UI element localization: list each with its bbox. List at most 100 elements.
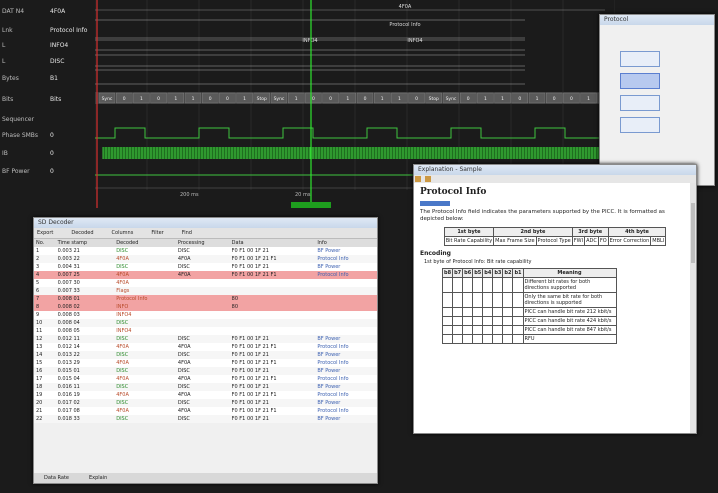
table-row[interactable]: 4 0.007 25 4F0A 4F0A F0 F1 00 1F 21 F1 Protoc… [34, 271, 377, 279]
table-cell [230, 311, 316, 319]
bit-label: 1 [536, 96, 539, 102]
column-header[interactable]: Info [315, 239, 377, 247]
scrollbar[interactable] [690, 183, 696, 433]
table-row[interactable]: 19 0.016 19 4F0A 4F0A F0 F1 00 1F 21 F1 Proto… [34, 391, 377, 399]
bit-cell [441, 307, 454, 317]
column-header[interactable]: No. [34, 239, 56, 247]
encoding-heading: Encoding [420, 250, 451, 257]
table-row[interactable]: 13 0.012 14 4F0A 4F0A F0 F1 00 1F 21 F1 Proto… [34, 343, 377, 351]
bit-cell [462, 334, 474, 344]
forward-icon[interactable] [425, 176, 432, 182]
signal-label[interactable]: Phase SMBs 0 [2, 130, 94, 142]
signal-label[interactable]: Sequencer [2, 114, 94, 126]
decoder-block[interactable] [620, 95, 660, 111]
cursor-handle[interactable] [291, 202, 331, 208]
table-cell: INFO4 [116, 328, 132, 334]
table-cell: 1 [36, 248, 40, 254]
bit-cell [462, 325, 474, 335]
table-row[interactable]: 10 0.008 04 DISC [34, 319, 377, 327]
table-cell: 0.008 02 [57, 304, 80, 310]
bit-header: b4 [482, 268, 494, 278]
table-row[interactable]: 2 0.003 22 4F0A 4F0A F0 F1 00 1F 21 F1 Protoc… [34, 255, 377, 263]
table-row[interactable]: 8 0.008 02 INFO 80 [34, 303, 377, 311]
table-row[interactable]: 15 0.013 29 4F0A 4F0A F0 F1 00 1F 21 F1 Proto… [34, 359, 377, 367]
table-cell: Protocol Info [317, 360, 349, 366]
decoder-blocks[interactable] [610, 45, 670, 175]
table-cell: 9 [36, 312, 40, 318]
table-row[interactable]: 6 0.007 33 Flags [34, 287, 377, 295]
bit-label: 0 [209, 96, 212, 102]
table-row[interactable]: 22 0.018 33 DISC DISC F0 F1 00 1F 21 BF Power [34, 415, 377, 423]
bit-cell [482, 316, 494, 326]
table-row[interactable]: 21 0.017 08 4F0A 4F0A F0 F1 00 1F 21 F1 Proto… [34, 407, 377, 415]
table-cell [176, 319, 230, 327]
column-header[interactable]: Data [230, 239, 316, 247]
table-row[interactable]: 18 0.016 11 DISC DISC F0 F1 00 1F 21 BF Power [34, 383, 377, 391]
decoder-block[interactable] [620, 51, 660, 67]
signal-label[interactable]: Bits Bits [2, 94, 94, 106]
table-row[interactable]: 9 0.008 03 INFO4 [34, 311, 377, 319]
bit-row: Different bit rates for both directions … [441, 277, 617, 293]
protocol-window[interactable]: SD Decoder Export Decoded Columns Filter Fin… [33, 217, 378, 484]
table-row[interactable]: 12 0.012 11 DISC DISC F0 F1 00 1F 21 BF Power [34, 335, 377, 343]
toolbar-button[interactable]: Export [37, 230, 53, 236]
table-cell: 11 [36, 328, 43, 334]
table-row[interactable]: 11 0.008 05 INFO4 [34, 327, 377, 335]
column-header[interactable]: Processing [176, 239, 230, 247]
protocol-tabs[interactable]: Data Rate Explain [34, 473, 377, 483]
table-cell: F0 F1 00 1F 21 F1 [231, 408, 277, 414]
table-row[interactable]: 7 0.008 01 Protocol Info 80 [34, 295, 377, 303]
scrollbar-thumb[interactable] [691, 203, 695, 263]
protocol-toolbar[interactable]: Export Decoded Columns Filter Find [34, 228, 377, 239]
toolbar-button[interactable]: Filter [151, 230, 163, 236]
bit-row: RFU [441, 334, 617, 344]
explanation-window[interactable]: Explanation - Sample Protocol Info The P… [413, 164, 697, 434]
bit-label: 0 [364, 96, 367, 102]
bit-header: b2 [502, 268, 514, 278]
protocol-table[interactable]: No. Time stamp Decoded Processing Data Info 1… [34, 239, 377, 423]
bit-cell [512, 316, 524, 326]
decoder-list-window[interactable]: Protocol [599, 14, 715, 186]
table-row[interactable]: 3 0.004 31 DISC DISC F0 F1 00 1F 21 BF Power [34, 263, 377, 271]
table-cell: DISC [116, 368, 129, 374]
explanation-toolbar[interactable] [414, 175, 696, 183]
signal-label[interactable]: IB 0 [2, 148, 94, 160]
bottom-tab[interactable]: Explain [79, 475, 117, 481]
table-cell [230, 287, 316, 295]
signal-label[interactable]: Bytes B1 [2, 73, 94, 85]
signal-label[interactable]: Lnk Protocol Info [2, 25, 94, 37]
bit-label: 0 [518, 96, 521, 102]
table-row[interactable]: 14 0.013 22 DISC DISC F0 F1 00 1F 21 BF Power [34, 351, 377, 359]
signal-label[interactable]: L DISC [2, 56, 94, 68]
bottom-tab[interactable]: Data Rate [34, 475, 79, 481]
bit-cell [452, 316, 464, 326]
bit-label: 1 [192, 96, 195, 102]
back-icon[interactable] [415, 176, 421, 182]
toolbar-button[interactable]: Decoded [71, 230, 93, 236]
explanation-heading: Protocol Info [420, 187, 487, 197]
decoder-block-selected[interactable] [620, 73, 660, 89]
table-cell: 13 [36, 344, 43, 350]
table-cell: 2 [36, 256, 40, 262]
table-cell: 0.017 02 [57, 400, 80, 406]
signal-label[interactable]: DAT N4 4F0A [2, 6, 94, 18]
table-row[interactable]: 5 0.007 30 4F0A [34, 279, 377, 287]
decoder-block[interactable] [620, 117, 660, 133]
byte-field: Bit Rate Capability [443, 236, 495, 246]
signal-label[interactable]: L INFO4 [2, 40, 94, 52]
bit-row: PICC can handle bit rate 424 kbit/s [441, 316, 617, 326]
table-row[interactable]: 1 0.003 21 DISC DISC F0 F1 00 1F 21 BF Power [34, 247, 377, 255]
column-header[interactable]: Decoded [114, 239, 176, 247]
table-row[interactable]: 16 0.015 01 DISC DISC F0 F1 00 1F 21 BF Power [34, 367, 377, 375]
table-row[interactable]: 20 0.017 02 DISC DISC F0 F1 00 1F 21 BF Power [34, 399, 377, 407]
table-cell: Protocol Info [317, 408, 349, 414]
toolbar-button[interactable]: Find [182, 230, 192, 236]
bit-label: 0 [312, 96, 315, 102]
bit-cell [512, 277, 524, 293]
table-cell: BF Power [317, 352, 341, 358]
toolbar-button[interactable]: Columns [112, 230, 134, 236]
bus-label: INFO4 [407, 38, 422, 44]
column-header[interactable]: Time stamp [56, 239, 115, 247]
table-row[interactable]: 17 0.015 04 4F0A 4F0A F0 F1 00 1F 21 F1 Proto… [34, 375, 377, 383]
signal-label[interactable]: BF Power 0 [2, 166, 94, 178]
